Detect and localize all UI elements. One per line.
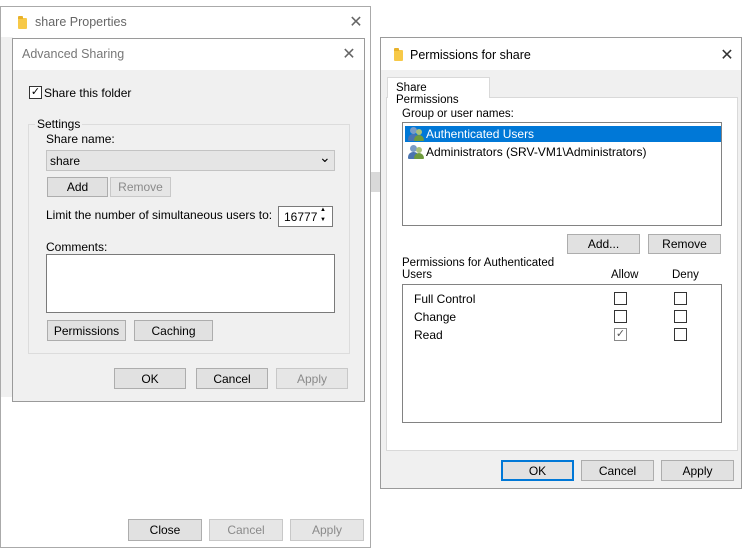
cancel-button[interactable]: Cancel [209,519,283,541]
permissions-title: Permissions for share [410,48,531,62]
close-icon[interactable]: ✕ [345,11,367,33]
permissions-button[interactable]: Permissions [47,320,126,341]
share-name-dropdown[interactable]: share ⌄ [46,149,335,171]
ok-button[interactable]: OK [114,368,186,389]
permission-row: Full Control [403,291,721,307]
list-item-authenticated-users[interactable]: Authenticated Users [405,126,721,142]
apply-button[interactable]: Apply [290,519,364,541]
folder-icon [394,48,403,61]
user-group-icon [408,127,424,141]
cancel-button[interactable]: Cancel [196,368,268,389]
tab-share-permissions[interactable]: Share Permissions [387,77,490,106]
share-this-folder-checkbox[interactable]: ✓ [29,86,42,99]
deny-checkbox[interactable] [674,328,687,341]
limit-users-label: Limit the number of simultaneous users t… [46,208,273,222]
share-properties-title: share Properties [35,15,127,29]
remove-button[interactable]: Remove [648,234,721,254]
deny-column-header: Deny [672,269,699,281]
ok-button[interactable]: OK [501,460,574,481]
permission-name: Change [414,310,457,324]
comments-textarea[interactable] [46,254,335,313]
user-name: Authenticated Users [426,127,535,141]
settings-group-label: Settings [35,117,83,131]
deny-checkbox[interactable] [674,310,687,323]
chevron-down-icon: ⌄ [319,149,331,165]
tab-share-permissions-label: Share Permissions [396,82,459,106]
permissions-for-label-line2: Users [402,269,433,281]
deny-checkbox[interactable] [674,292,687,305]
spin-down-icon[interactable]: ▼ [320,217,326,223]
user-list: Authenticated Users Administrators (SRV-… [402,122,722,226]
permission-row: Change [403,309,721,325]
limit-users-stepper[interactable]: 16777 ▲ ▼ [278,206,333,227]
share-name-label: Share name: [46,132,115,146]
close-icon[interactable]: ✕ [338,43,360,65]
permissions-dialog: Permissions for share ✕ Share Permission… [380,37,742,489]
add-button[interactable]: Add [47,177,108,197]
permission-name: Full Control [414,292,476,306]
share-properties-titlebar: share Properties ✕ [1,7,370,37]
share-name-value: share [50,154,81,168]
apply-button[interactable]: Apply [276,368,348,389]
permissions-for-label-line1: Permissions for Authenticated [402,257,555,269]
permission-row: Read ✓ [403,327,721,343]
comments-label: Comments: [46,240,108,254]
allow-checkbox[interactable]: ✓ [614,328,627,341]
spin-up-icon[interactable]: ▲ [320,207,326,213]
folder-icon [18,16,27,29]
share-this-folder-label: Share this folder [44,86,132,100]
caching-button[interactable]: Caching [134,320,213,341]
list-item-administrators[interactable]: Administrators (SRV-VM1\Administrators) [405,144,721,160]
close-button[interactable]: Close [128,519,202,541]
permissions-titlebar: Permissions for share ✕ [381,38,741,70]
close-icon[interactable]: ✕ [716,44,738,66]
user-group-icon [408,145,424,159]
limit-users-value: 16777 [284,210,318,224]
allow-checkbox[interactable] [614,292,627,305]
remove-button[interactable]: Remove [110,177,171,197]
apply-button[interactable]: Apply [661,460,734,481]
group-or-user-names-label: Group or user names: [402,108,514,120]
permissions-list: Full Control Change Read ✓ [402,284,722,423]
advanced-sharing-title: Advanced Sharing [22,47,125,61]
cancel-button[interactable]: Cancel [581,460,654,481]
user-name: Administrators (SRV-VM1\Administrators) [426,145,647,159]
allow-column-header: Allow [611,269,639,281]
advanced-sharing-titlebar: Advanced Sharing ✕ [13,39,364,70]
permission-name: Read [414,328,443,342]
add-button[interactable]: Add... [567,234,640,254]
allow-checkbox[interactable] [614,310,627,323]
advanced-sharing-dialog: Advanced Sharing ✕ ✓ Share this folder S… [12,38,365,402]
